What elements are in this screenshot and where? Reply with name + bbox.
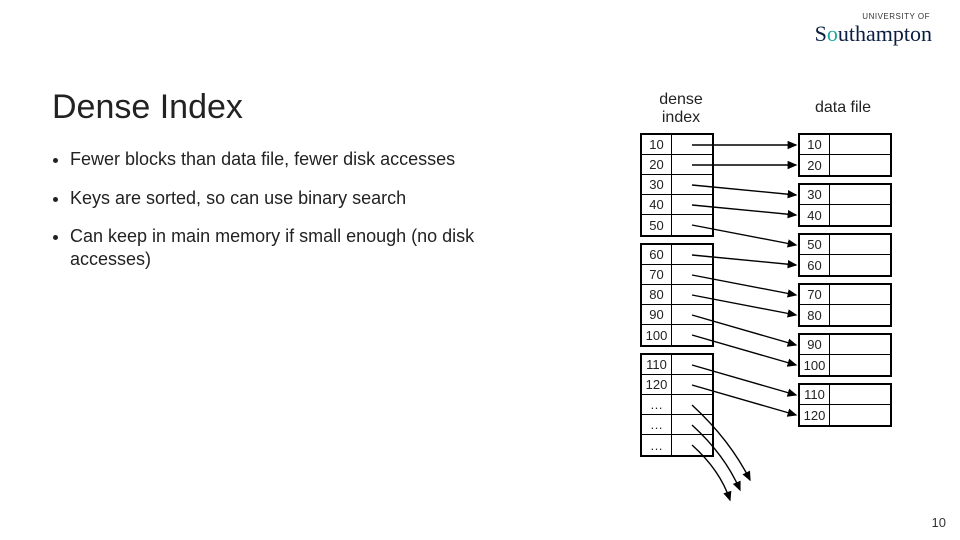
index-block: 10 20 30 40 50 xyxy=(640,133,714,237)
data-key: 10 xyxy=(800,135,830,154)
index-key: 40 xyxy=(642,195,672,214)
data-key: 60 xyxy=(800,255,830,275)
dense-index-diagram: dense index data file 10 20 30 40 50 60 … xyxy=(620,85,940,515)
bullet-item: Keys are sorted, so can use binary searc… xyxy=(70,187,552,210)
page-number: 10 xyxy=(932,515,946,530)
index-key: 100 xyxy=(642,325,672,345)
bullet-item: Can keep in main memory if small enough … xyxy=(70,225,552,270)
bullet-list: Fewer blocks than data file, fewer disk … xyxy=(52,148,552,286)
index-key: 50 xyxy=(642,215,672,235)
index-key: 110 xyxy=(642,355,672,374)
data-key: 90 xyxy=(800,335,830,354)
data-key: 80 xyxy=(800,305,830,325)
data-block: 90 100 xyxy=(798,333,892,377)
dense-index-label: dense index xyxy=(646,91,716,127)
data-key: 120 xyxy=(800,405,830,425)
index-key: 90 xyxy=(642,305,672,324)
index-block: 60 70 80 90 100 xyxy=(640,243,714,347)
slide-title: Dense Index xyxy=(52,88,243,127)
data-key: 100 xyxy=(800,355,830,375)
data-file-label: data file xyxy=(798,99,888,117)
logo-top-text: UNIVERSITY OF xyxy=(815,12,932,21)
data-block: 10 20 xyxy=(798,133,892,177)
index-column: 10 20 30 40 50 60 70 80 90 100 110 120 …… xyxy=(640,133,714,463)
data-key: 70 xyxy=(800,285,830,304)
logo-main-text: Southampton xyxy=(815,21,932,47)
data-file-column: 10 20 30 40 50 60 70 80 90 100 110 120 xyxy=(798,133,892,433)
index-key: … xyxy=(642,395,672,414)
index-key: 60 xyxy=(642,245,672,264)
index-key: 30 xyxy=(642,175,672,194)
data-key: 40 xyxy=(800,205,830,225)
university-logo: UNIVERSITY OF Southampton xyxy=(815,12,932,47)
data-key: 20 xyxy=(800,155,830,175)
index-key: 120 xyxy=(642,375,672,394)
data-key: 110 xyxy=(800,385,830,404)
index-key: 10 xyxy=(642,135,672,154)
data-block: 30 40 xyxy=(798,183,892,227)
index-key: 80 xyxy=(642,285,672,304)
index-key: 70 xyxy=(642,265,672,284)
data-key: 30 xyxy=(800,185,830,204)
bullet-item: Fewer blocks than data file, fewer disk … xyxy=(70,148,552,171)
index-key: … xyxy=(642,415,672,434)
data-block: 110 120 xyxy=(798,383,892,427)
data-block: 50 60 xyxy=(798,233,892,277)
slide: UNIVERSITY OF Southampton Dense Index Fe… xyxy=(0,0,960,540)
data-block: 70 80 xyxy=(798,283,892,327)
data-key: 50 xyxy=(800,235,830,254)
index-block: 110 120 … … … xyxy=(640,353,714,457)
index-key: … xyxy=(642,435,672,455)
index-key: 20 xyxy=(642,155,672,174)
